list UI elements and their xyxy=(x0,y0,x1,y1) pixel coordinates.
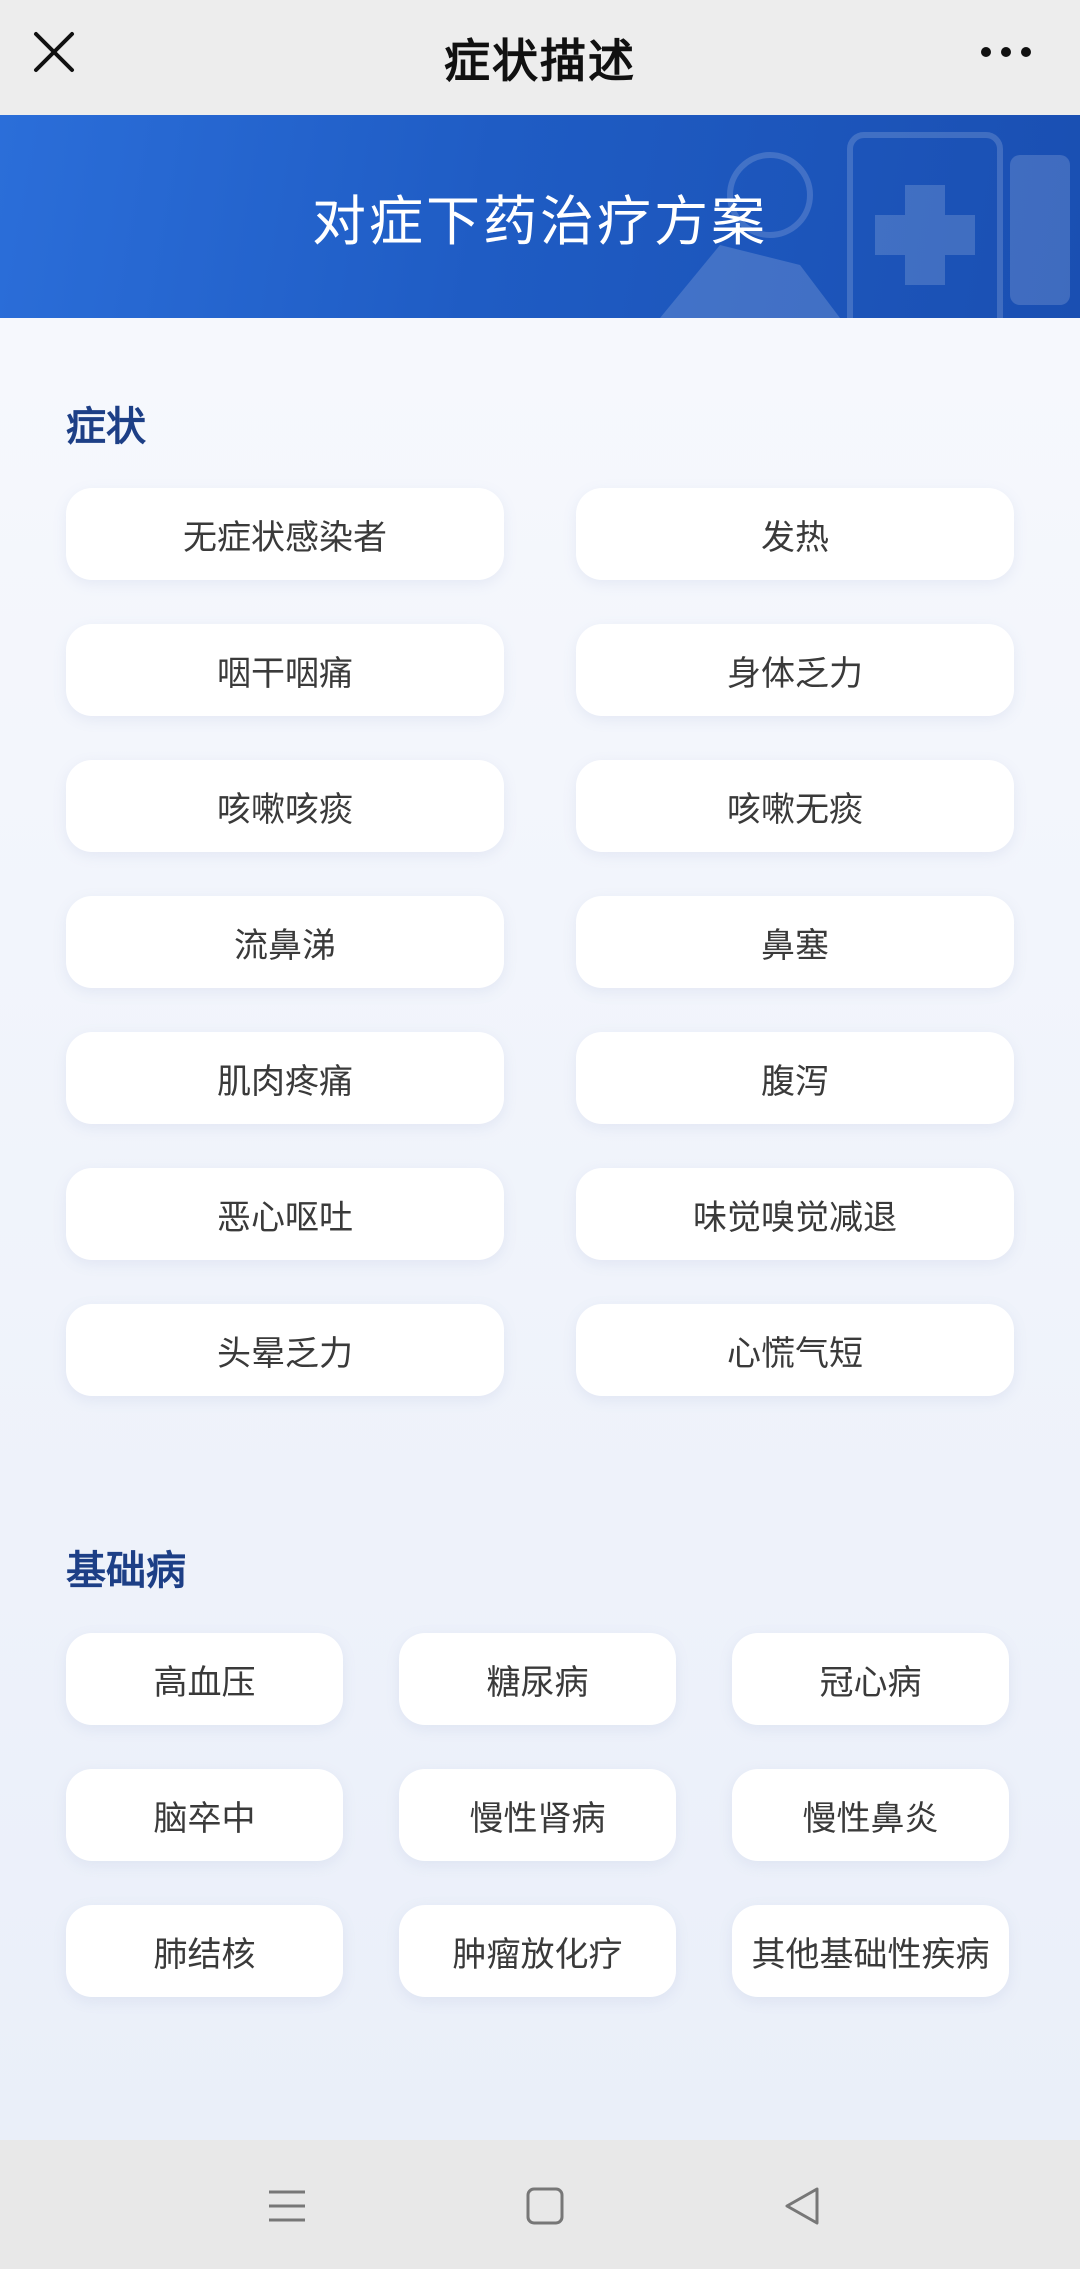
section-title-symptoms: 症状 xyxy=(66,404,146,450)
more-icon[interactable] xyxy=(980,36,1032,68)
symptom-chip[interactable]: 咳嗽无痰 xyxy=(576,760,1014,852)
symptom-chip[interactable]: 腹泻 xyxy=(576,1032,1014,1124)
page-title: 症状描述 xyxy=(444,33,636,88)
close-icon[interactable] xyxy=(32,30,76,74)
symptom-chip[interactable]: 心慌气短 xyxy=(576,1304,1014,1396)
back-triangle-icon[interactable] xyxy=(773,2176,833,2236)
content-area: 症状 无症状感染者 发热 咽干咽痛 身体乏力 咳嗽咳痰 咳嗽无痰 流鼻涕 鼻塞 … xyxy=(0,318,1080,2140)
symptom-chip[interactable]: 无症状感染者 xyxy=(66,488,504,580)
disease-grid: 高血压 糖尿病 冠心病 脑卒中 慢性肾病 慢性鼻炎 肺结核 肿瘤放化疗 其他基础… xyxy=(66,1633,1010,1997)
symptom-chip[interactable]: 咽干咽痛 xyxy=(66,624,504,716)
banner-title: 对症下药治疗方案 xyxy=(312,190,768,253)
symptom-chip[interactable]: 流鼻涕 xyxy=(66,896,504,988)
symptom-chip[interactable]: 鼻塞 xyxy=(576,896,1014,988)
home-square-icon[interactable] xyxy=(515,2176,575,2236)
disease-chip[interactable]: 糖尿病 xyxy=(399,1633,676,1725)
disease-chip[interactable]: 肺结核 xyxy=(66,1905,343,1997)
symptom-chip[interactable]: 恶心呕吐 xyxy=(66,1168,504,1260)
symptom-grid: 无症状感染者 发热 咽干咽痛 身体乏力 咳嗽咳痰 咳嗽无痰 流鼻涕 鼻塞 肌肉疼… xyxy=(66,488,1014,1396)
banner: 对症下药治疗方案 xyxy=(0,115,1080,318)
symptom-chip[interactable]: 头晕乏力 xyxy=(66,1304,504,1396)
symptom-chip[interactable]: 咳嗽咳痰 xyxy=(66,760,504,852)
disease-chip[interactable]: 慢性肾病 xyxy=(399,1769,676,1861)
top-bar: 症状描述 xyxy=(0,0,1080,115)
section-title-diseases: 基础病 xyxy=(66,1548,186,1594)
menu-icon[interactable] xyxy=(257,2176,317,2236)
system-nav-bar xyxy=(0,2140,1080,2269)
disease-chip[interactable]: 肿瘤放化疗 xyxy=(399,1905,676,1997)
disease-chip[interactable]: 其他基础性疾病 xyxy=(732,1905,1009,1997)
disease-chip[interactable]: 脑卒中 xyxy=(66,1769,343,1861)
symptom-chip[interactable]: 味觉嗅觉减退 xyxy=(576,1168,1014,1260)
disease-chip[interactable]: 高血压 xyxy=(66,1633,343,1725)
disease-chip[interactable]: 冠心病 xyxy=(732,1633,1009,1725)
symptom-chip[interactable]: 身体乏力 xyxy=(576,624,1014,716)
symptom-chip[interactable]: 肌肉疼痛 xyxy=(66,1032,504,1124)
disease-chip[interactable]: 慢性鼻炎 xyxy=(732,1769,1009,1861)
symptom-chip[interactable]: 发热 xyxy=(576,488,1014,580)
